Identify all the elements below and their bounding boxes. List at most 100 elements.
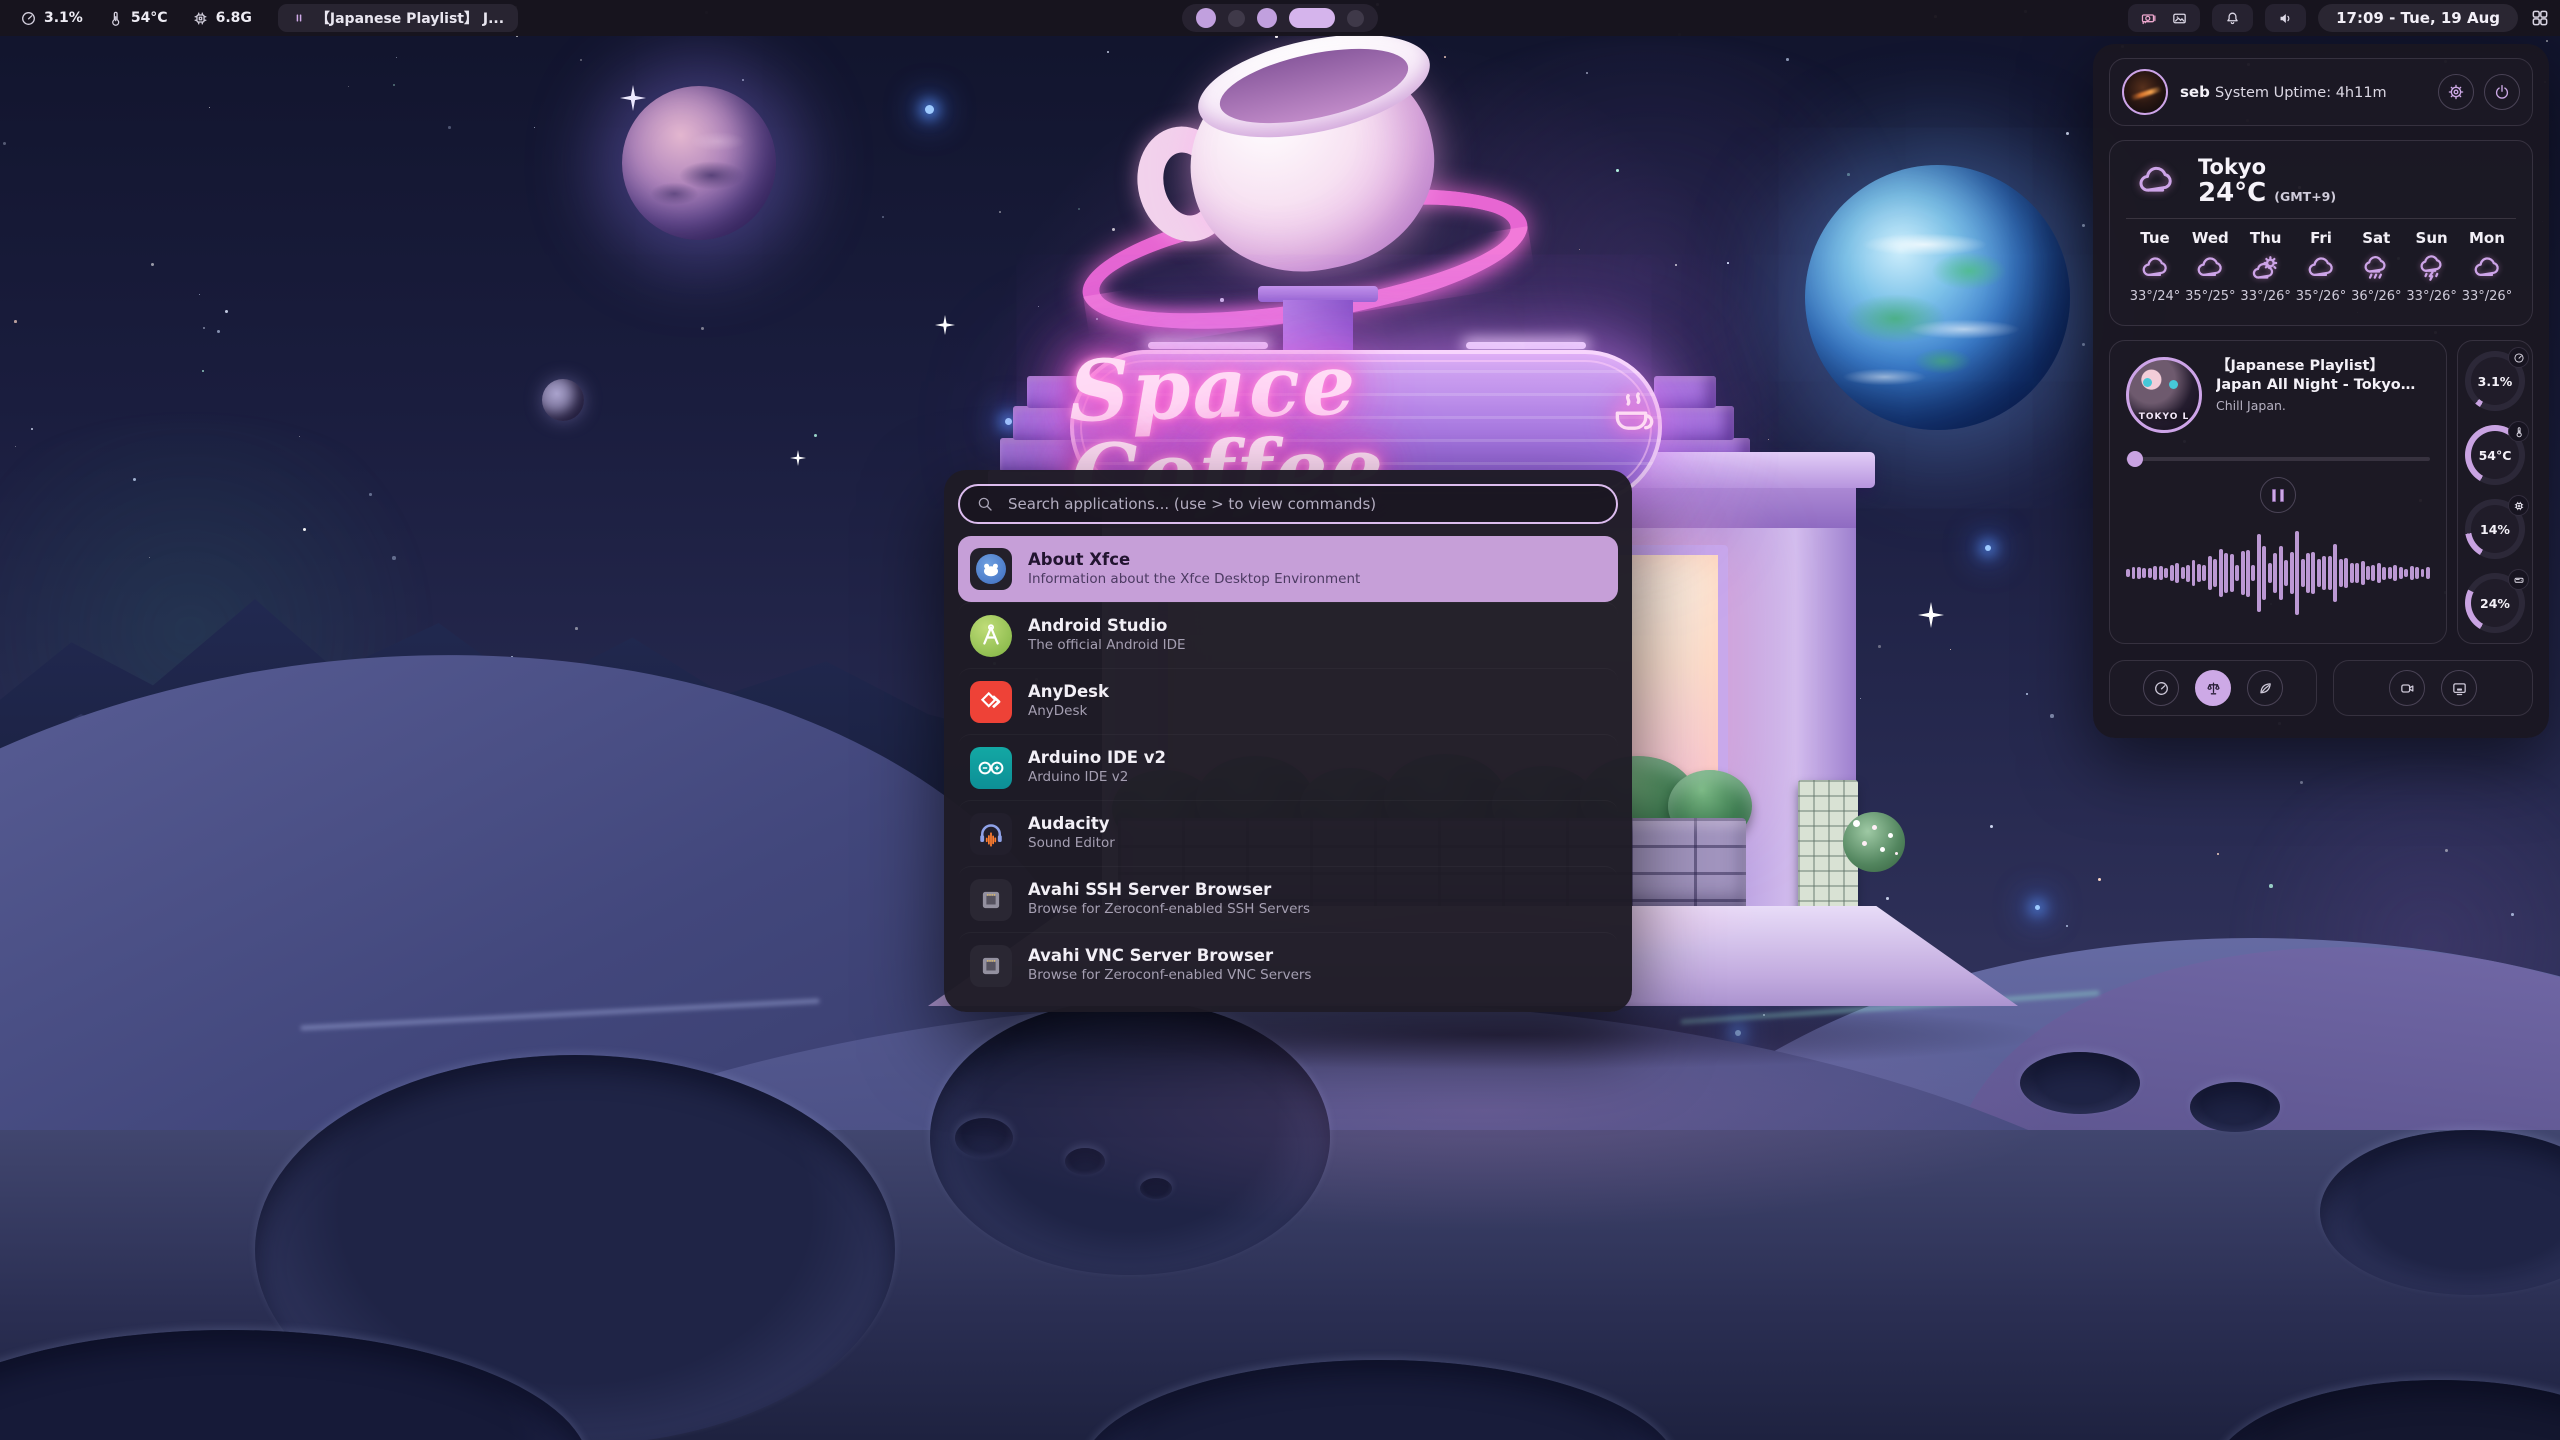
workspace-dot-1[interactable] <box>1196 8 1216 28</box>
app-grid-icon[interactable] <box>2530 8 2550 28</box>
forecast-day-label: Tue <box>2140 229 2169 247</box>
pause-button[interactable] <box>2260 477 2296 513</box>
cloud-icon <box>2140 253 2170 283</box>
app-description: Browse for Zeroconf-enabled SSH Servers <box>1028 901 1310 919</box>
forecast-day-label: Sun <box>2416 229 2448 247</box>
forecast-day-label: Wed <box>2192 229 2229 247</box>
weather-city: Tokyo <box>2198 155 2266 179</box>
gauge-icon <box>2508 347 2529 368</box>
app-title: Avahi VNC Server Browser <box>1028 946 1311 967</box>
app-description: Information about the Xfce Desktop Envir… <box>1028 571 1360 589</box>
temperature[interactable]: 54°C <box>107 10 168 27</box>
search-input[interactable] <box>1006 494 1600 514</box>
search-bar[interactable] <box>958 484 1618 524</box>
progress-handle[interactable] <box>2127 451 2143 467</box>
settings-button[interactable] <box>2438 74 2474 110</box>
flower-bush <box>1843 812 1905 872</box>
gpu-icon[interactable] <box>2140 10 2157 27</box>
app-title: Avahi SSH Server Browser <box>1028 880 1310 901</box>
avahi-app-icon <box>970 945 1012 987</box>
notifications-icon[interactable] <box>2224 10 2241 27</box>
control-panel: seb System Uptime: 4h11m Tokyo 24°C <box>2093 44 2549 738</box>
memory[interactable]: 6.8G <box>192 10 252 27</box>
chip-icon <box>192 10 209 27</box>
workspace-dot-5[interactable] <box>1347 10 1364 27</box>
app-row-android-studio[interactable]: Android Studio The official Android IDE <box>958 602 1618 668</box>
screenshot-button[interactable] <box>2441 670 2477 706</box>
balanced-button[interactable] <box>2195 670 2231 706</box>
cpu-gauge: 3.1% <box>2465 351 2525 411</box>
workspace-dot-2[interactable] <box>1228 10 1245 27</box>
sign-steps-left-2 <box>1000 438 1078 472</box>
clock[interactable]: 17:09 - Tue, 19 Aug <box>2318 4 2518 32</box>
app-row-arduino-ide-v2[interactable]: Arduino IDE v2 Arduino IDE v2 <box>958 734 1618 800</box>
app-row-audacity[interactable]: Audacity Sound Editor <box>958 800 1618 866</box>
storm-icon <box>2417 253 2447 283</box>
weather-card: Tokyo 24°C (GMT+9) Tue 33°/24° Wed 35°/2… <box>2109 140 2533 326</box>
user-card: seb System Uptime: 4h11m <box>2109 58 2533 126</box>
system-stats: 3.1% 54°C 6.8G 【Japanese Playlist】 J... <box>20 4 518 32</box>
user-name: seb <box>2180 83 2210 101</box>
forecast-sat: Sat 36°/26° <box>2349 229 2403 304</box>
divider <box>2126 218 2516 219</box>
pause-icon <box>292 11 306 25</box>
forecast-thu: Thu 33°/26° <box>2239 229 2293 304</box>
app-description: Arduino IDE v2 <box>1028 769 1166 787</box>
power-icon <box>2493 83 2511 101</box>
app-title: Audacity <box>1028 814 1115 835</box>
workspace-dot-4[interactable] <box>1289 8 1335 28</box>
notification-group <box>2212 4 2253 32</box>
progress-track <box>2126 457 2430 461</box>
thermo-icon <box>2508 421 2529 442</box>
arduino-app-icon <box>970 747 1012 789</box>
forecast-day-label: Mon <box>2469 229 2505 247</box>
forecast-tue: Tue 33°/24° <box>2128 229 2182 304</box>
stat-value: 3.1% <box>44 10 83 26</box>
gauge-icon <box>2153 680 2170 697</box>
anydesk-app-icon <box>970 681 1012 723</box>
track-title: 【Japanese Playlist】 Japan All Night - To… <box>2216 357 2430 395</box>
sign-cup-icon <box>1609 385 1662 443</box>
volume-icon[interactable] <box>2277 10 2294 27</box>
screenshot-icon <box>2451 680 2468 697</box>
power-button[interactable] <box>2484 74 2520 110</box>
forecast-mon: Mon 33°/26° <box>2460 229 2514 304</box>
app-launcher: About Xfce Information about the Xfce De… <box>944 470 1632 1012</box>
stat-value: 54°C <box>131 10 168 26</box>
system-gauges-card: 3.1% 54°C 14% 24% <box>2457 340 2533 644</box>
power-profile-card <box>2109 660 2317 716</box>
performance-button[interactable] <box>2143 670 2179 706</box>
forecast-temps: 35°/25° <box>2185 289 2235 304</box>
forecast-day-label: Thu <box>2250 229 2282 247</box>
app-row-avahi-vnc-server-browser[interactable]: Avahi VNC Server Browser Browse for Zero… <box>958 932 1618 998</box>
forecast-wed: Wed 35°/25° <box>2183 229 2237 304</box>
progress-bar[interactable] <box>2126 451 2430 467</box>
sign-steps-right-3 <box>1654 406 1734 440</box>
forecast-temps: 36°/26° <box>2351 289 2401 304</box>
app-row-anydesk[interactable]: AnyDesk AnyDesk <box>958 668 1618 734</box>
power-saver-button[interactable] <box>2247 670 2283 706</box>
now-playing-pill[interactable]: 【Japanese Playlist】 J... <box>278 4 518 32</box>
scales-icon <box>2205 680 2222 697</box>
videocam-icon <box>2399 680 2416 697</box>
search-icon <box>976 495 994 513</box>
app-title: Arduino IDE v2 <box>1028 748 1166 769</box>
avatar[interactable] <box>2122 69 2168 115</box>
wallpaper-icon[interactable] <box>2171 10 2188 27</box>
app-row-about-xfce[interactable]: About Xfce Information about the Xfce De… <box>958 536 1618 602</box>
weather-timezone: (GMT+9) <box>2274 190 2336 204</box>
cpu-usage[interactable]: 3.1% <box>20 10 83 27</box>
forecast-day-label: Fri <box>2310 229 2332 247</box>
forecast-temps: 33°/26° <box>2240 289 2290 304</box>
app-title: Android Studio <box>1028 616 1186 637</box>
indicator-group <box>2128 4 2200 32</box>
capture-card <box>2333 660 2533 716</box>
stat-value: 6.8G <box>216 10 252 26</box>
workspace-switcher <box>1182 4 1378 32</box>
forecast-sun: Sun 33°/26° <box>2405 229 2459 304</box>
app-row-avahi-ssh-server-browser[interactable]: Avahi SSH Server Browser Browse for Zero… <box>958 866 1618 932</box>
screen-record-button[interactable] <box>2389 670 2425 706</box>
desktop: Space Coffee 3.1% 54°C 6.8G <box>0 0 2560 1440</box>
thermo-icon <box>107 10 124 27</box>
workspace-dot-3[interactable] <box>1257 8 1277 28</box>
